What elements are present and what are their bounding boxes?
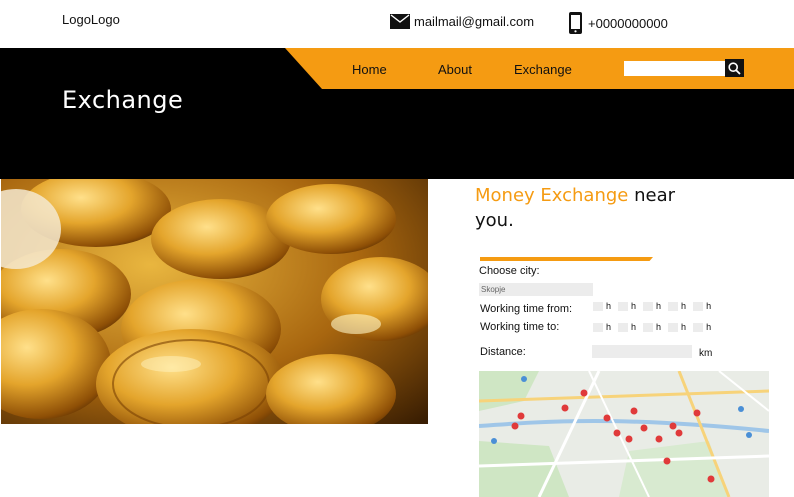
- finder-headline: Money Exchange near you.: [475, 183, 705, 233]
- map-pin-icon[interactable]: [669, 422, 677, 430]
- search-button[interactable]: [725, 59, 744, 77]
- distance-unit: km: [699, 348, 713, 359]
- time-to-field[interactable]: [643, 322, 654, 332]
- map-pin-icon[interactable]: [630, 407, 638, 415]
- distance-label: Distance:: [480, 346, 526, 358]
- map-pin-icon[interactable]: [603, 414, 611, 422]
- time-from-field[interactable]: [693, 301, 704, 311]
- time-to-inputs: h h h h h: [593, 322, 718, 332]
- map-pin-icon[interactable]: [675, 429, 683, 437]
- time-from-field[interactable]: [593, 301, 603, 311]
- hour-unit: h: [681, 322, 687, 332]
- poi-icon: [746, 432, 752, 438]
- hour-unit: h: [606, 322, 612, 332]
- hour-unit: h: [706, 322, 712, 332]
- map-pin-icon[interactable]: [517, 412, 525, 420]
- email-contact[interactable]: mailmail@gmail.com: [390, 14, 534, 29]
- hour-unit: h: [631, 301, 637, 311]
- poi-icon: [491, 438, 497, 444]
- poi-icon: [521, 376, 527, 382]
- hour-unit: h: [606, 301, 612, 311]
- headline-underline: [480, 257, 653, 261]
- time-to-field[interactable]: [693, 322, 704, 332]
- time-to-label: Working time to:: [480, 321, 560, 333]
- magnifier-icon: [728, 61, 741, 75]
- nav-exchange[interactable]: Exchange: [514, 62, 572, 77]
- nav-about[interactable]: About: [438, 62, 472, 77]
- headline-accent: Money Exchange: [475, 185, 629, 206]
- time-from-label: Working time from:: [480, 303, 573, 315]
- phone-contact[interactable]: +0000000000: [569, 12, 668, 34]
- map-pin-icon[interactable]: [655, 435, 663, 443]
- map-pin-icon[interactable]: [707, 475, 715, 483]
- email-text: mailmail@gmail.com: [414, 14, 535, 29]
- time-from-field[interactable]: [643, 301, 654, 311]
- time-to-field[interactable]: [668, 322, 679, 332]
- map-pin-icon[interactable]: [561, 404, 569, 412]
- logo[interactable]: LogoLogo: [62, 12, 120, 27]
- map-pin-icon[interactable]: [580, 389, 588, 397]
- time-from-field[interactable]: [668, 301, 679, 311]
- smartphone-icon: [569, 12, 582, 34]
- map-pin-icon[interactable]: [625, 435, 633, 443]
- distance-input[interactable]: [592, 345, 692, 358]
- time-to-field[interactable]: [593, 322, 603, 332]
- map-pin-icon[interactable]: [511, 422, 519, 430]
- city-label: Choose city:: [479, 265, 540, 277]
- envelope-icon: [390, 14, 410, 29]
- time-from-inputs: h h h h h: [593, 301, 718, 311]
- map-pin-icon[interactable]: [640, 424, 648, 432]
- time-from-field[interactable]: [618, 301, 629, 311]
- coins-photo: [1, 179, 428, 424]
- exchange-map[interactable]: [479, 371, 769, 497]
- phone-text: +0000000000: [588, 15, 668, 31]
- hour-unit: h: [681, 301, 687, 311]
- nav-home[interactable]: Home: [352, 62, 387, 77]
- map-pin-icon[interactable]: [693, 409, 701, 417]
- poi-icon: [738, 406, 744, 412]
- map-pin-icon[interactable]: [613, 429, 621, 437]
- map-pin-icon[interactable]: [663, 457, 671, 465]
- hour-unit: h: [656, 301, 662, 311]
- city-select[interactable]: Skopje: [479, 283, 593, 296]
- hour-unit: h: [706, 301, 712, 311]
- search-input[interactable]: [624, 61, 725, 76]
- page-title: Exchange: [62, 86, 184, 114]
- hour-unit: h: [631, 322, 637, 332]
- time-to-field[interactable]: [618, 322, 629, 332]
- hour-unit: h: [656, 322, 662, 332]
